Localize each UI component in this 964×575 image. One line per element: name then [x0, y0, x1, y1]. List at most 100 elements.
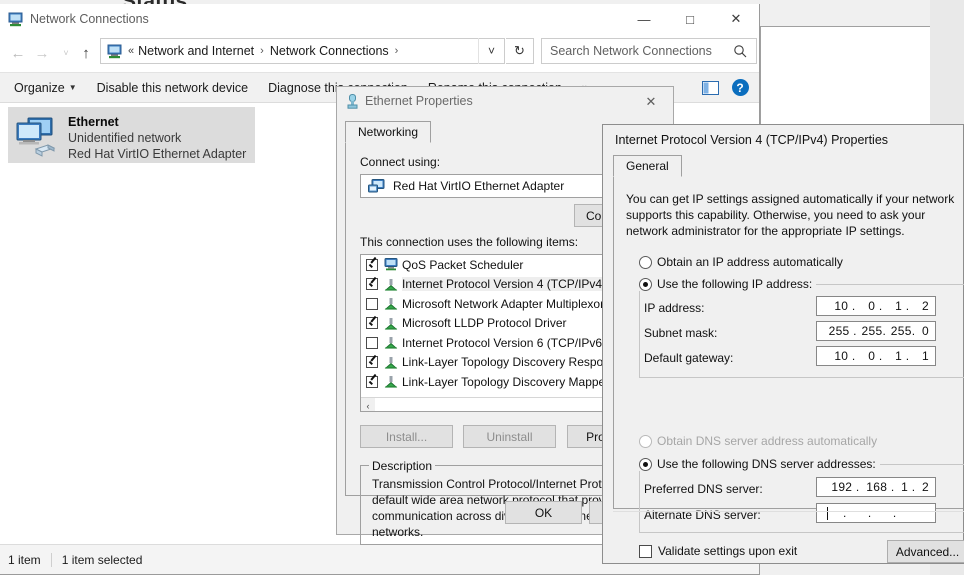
disable-device-button[interactable]: Disable this network device: [87, 81, 258, 95]
ip-dot: .: [902, 349, 913, 363]
protocol-icon: [384, 317, 398, 330]
address-dropdown-icon[interactable]: ˅: [478, 38, 504, 64]
default-gateway-octet-3[interactable]: 1: [886, 349, 902, 363]
explorer-titlebar[interactable]: Network Connections — □ ✕: [0, 4, 759, 34]
protocol-icon: [384, 297, 398, 310]
tab-networking[interactable]: Networking: [345, 121, 432, 143]
checkbox-unchecked-icon[interactable]: [366, 297, 378, 310]
obtain-ip-automatically-radio[interactable]: Obtain an IP address automatically: [639, 255, 843, 269]
background-panel: [760, 26, 932, 126]
breadcrumb-overflow-icon[interactable]: «: [128, 45, 134, 57]
subnet-mask-octet-2[interactable]: 255: [860, 324, 883, 338]
ip-dot: .: [908, 480, 919, 494]
uninstall-button[interactable]: Uninstall: [463, 425, 556, 448]
ip-address-octet-2[interactable]: 0: [859, 299, 875, 313]
subnet-mask-octet-3[interactable]: 255: [890, 324, 912, 338]
ip-address-field[interactable]: 10 . 0 . 1 . 2: [816, 296, 936, 316]
description-legend: Description: [369, 459, 436, 473]
view-pane-icon[interactable]: [695, 73, 725, 102]
checkbox-unchecked-icon[interactable]: [366, 336, 378, 349]
ethernet-adapter-icon: [14, 115, 62, 161]
ip-group-line-bottom: [639, 377, 964, 378]
subnet-mask-octet-4[interactable]: 0: [919, 324, 929, 338]
close-button[interactable]: ✕: [713, 4, 759, 34]
default-gateway-octet-1[interactable]: 10: [824, 349, 848, 363]
list-item[interactable]: Ethernet Unidentified network Red Hat Vi…: [8, 107, 255, 163]
back-button[interactable]: ←: [8, 43, 28, 63]
ipv4-properties-title: Internet Protocol Version 4 (TCP/IPv4) P…: [615, 133, 889, 147]
advanced-button[interactable]: Advanced...: [887, 540, 964, 563]
list-item-label: QoS Packet Scheduler: [402, 257, 524, 272]
up-button[interactable]: ↑: [76, 43, 96, 63]
qos-icon: [384, 258, 398, 271]
checkbox-checked-icon[interactable]: [366, 258, 378, 271]
preferred-dns-label: Preferred DNS server:: [644, 482, 763, 496]
tab-general[interactable]: General: [613, 155, 682, 177]
alternate-dns-field[interactable]: . . .: [816, 503, 936, 523]
chevron-down-icon: ▼: [68, 82, 77, 92]
recent-locations-button[interactable]: ˅: [56, 43, 76, 63]
forward-button[interactable]: →: [32, 43, 52, 63]
ip-address-octet-4[interactable]: 2: [913, 299, 929, 313]
install-button[interactable]: Install...: [360, 425, 453, 448]
ip-dot: .: [843, 506, 854, 520]
obtain-dns-automatically-radio[interactable]: Obtain DNS server address automatically: [639, 434, 877, 448]
ip-address-octet-1[interactable]: 10: [824, 299, 848, 313]
list-item-texts: Ethernet Unidentified network Red Hat Vi…: [68, 114, 246, 162]
ip-dot: .: [848, 299, 860, 313]
search-input[interactable]: Search Network Connections: [550, 44, 712, 58]
search-icon: [733, 44, 748, 64]
default-gateway-octet-2[interactable]: 0: [859, 349, 875, 363]
search-box[interactable]: Search Network Connections: [541, 38, 757, 64]
command-bar-right: ?: [695, 73, 755, 102]
default-gateway-octet-4[interactable]: 1: [913, 349, 929, 363]
preferred-dns-octet-4[interactable]: 2: [919, 480, 929, 494]
ethernet-properties-close-button[interactable]: ✕: [629, 87, 673, 116]
ip-dot: .: [849, 324, 861, 338]
breadcrumb-network-connections[interactable]: Network Connections: [270, 44, 389, 58]
checkbox-checked-icon[interactable]: [366, 278, 378, 291]
validate-settings-checkbox[interactable]: Validate settings upon exit: [639, 544, 797, 558]
connect-using-label: Connect using:: [360, 155, 441, 169]
scroll-left-icon[interactable]: ‹: [361, 401, 375, 411]
preferred-dns-field[interactable]: 192 . 168 . 1 . 2: [816, 477, 936, 497]
use-following-ip-label: Use the following IP address:: [657, 277, 813, 291]
ethernet-properties-titlebar[interactable]: Ethernet Properties ✕: [337, 87, 673, 116]
network-connections-icon: [8, 12, 24, 27]
subnet-mask-octet-1[interactable]: 255: [826, 324, 850, 338]
minimize-button[interactable]: —: [621, 4, 667, 34]
use-following-ip-radio[interactable]: Use the following IP address:: [639, 277, 817, 291]
dns-group-line-vert: [639, 464, 640, 533]
ip-dot: .: [892, 506, 897, 520]
checkbox-checked-icon[interactable]: [366, 317, 378, 330]
checkbox-checked-icon[interactable]: [366, 356, 378, 369]
use-following-dns-radio[interactable]: Use the following DNS server addresses:: [639, 457, 880, 471]
connection-adapter: Red Hat VirtIO Ethernet Adapter: [68, 147, 247, 161]
organize-label: Organize: [14, 80, 65, 95]
ip-dot: .: [882, 324, 890, 338]
checkbox-checked-icon[interactable]: [366, 375, 378, 388]
ip-dot: .: [848, 349, 860, 363]
explorer-navbar: ← → ˅ ↑ « Network and Internet › Network…: [0, 34, 759, 72]
address-bar[interactable]: « Network and Internet › Network Connect…: [100, 38, 505, 64]
preferred-dns-octet-3[interactable]: 1: [898, 480, 908, 494]
breadcrumb-network-and-internet[interactable]: Network and Internet: [138, 44, 254, 58]
organize-button[interactable]: Organize ▼: [4, 81, 87, 95]
ethernet-properties-title: Ethernet Properties: [365, 94, 473, 108]
ip-address-octet-3[interactable]: 1: [886, 299, 902, 313]
ethernet-ok-button[interactable]: OK: [505, 501, 582, 524]
list-item-label: Internet Protocol Version 6 (TCP/IPv6): [402, 335, 607, 350]
subnet-mask-field[interactable]: 255 . 255. 255. 0: [816, 321, 936, 341]
explorer-title: Network Connections: [30, 12, 149, 26]
ip-dot: .: [902, 299, 913, 313]
refresh-button[interactable]: ↻: [506, 38, 534, 64]
preferred-dns-octet-1[interactable]: 192: [828, 480, 852, 494]
breadcrumb-separator-2[interactable]: ›: [395, 45, 399, 57]
caption-buttons: — □ ✕: [621, 4, 759, 34]
default-gateway-field[interactable]: 10 . 0 . 1 . 1: [816, 346, 936, 366]
maximize-button[interactable]: □: [667, 4, 713, 34]
help-button[interactable]: ?: [725, 73, 755, 102]
breadcrumb-separator-1[interactable]: ›: [260, 45, 264, 57]
preferred-dns-octet-2[interactable]: 168: [863, 480, 887, 494]
ipv4-footer-separator: [613, 511, 964, 512]
